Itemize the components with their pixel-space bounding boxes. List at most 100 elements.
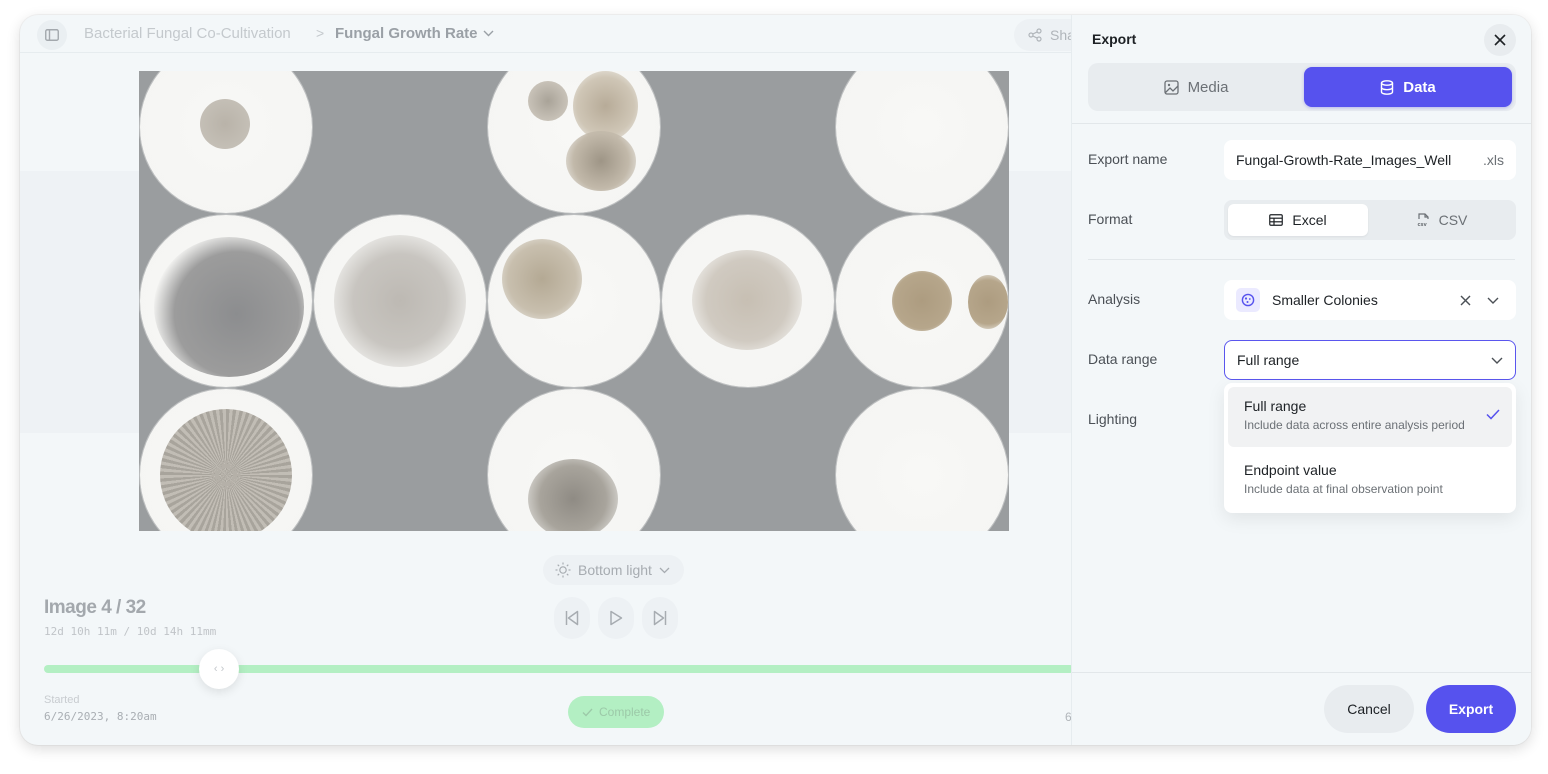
app-window: Bacterial Fungal Co-Cultivation > Fungal… (20, 15, 1531, 745)
previous-image-button[interactable] (554, 597, 590, 639)
share-icon (1028, 28, 1042, 42)
sidebar-icon (45, 29, 59, 41)
analysis-label: Analysis (1088, 291, 1141, 307)
format-option-excel[interactable]: Excel (1228, 204, 1368, 236)
data-range-menu: Full range Include data across entire an… (1224, 383, 1516, 513)
lighting-dropdown[interactable]: Bottom light (543, 555, 684, 585)
database-icon (1381, 79, 1394, 95)
clear-analysis-button[interactable] (1454, 289, 1476, 311)
petri-dish (662, 215, 834, 387)
petri-dish (314, 215, 486, 387)
petri-dish (488, 389, 660, 531)
check-icon (582, 708, 593, 716)
image-counter: Image 4 / 32 (44, 597, 146, 618)
option-description: Include data across entire analysis peri… (1244, 418, 1465, 432)
petri-dish (836, 215, 1008, 387)
data-range-option-endpoint-value[interactable]: Endpoint value Include data at final obs… (1228, 451, 1512, 511)
play-button[interactable] (598, 597, 634, 639)
chevron-down-icon (1487, 297, 1499, 304)
fungal-colony (502, 239, 582, 319)
breadcrumb-current[interactable]: Fungal Growth Rate (335, 25, 494, 42)
sun-icon (555, 562, 571, 578)
chevron-down-icon (1491, 357, 1503, 364)
divider (1072, 123, 1531, 124)
export-name-value: Fungal-Growth-Rate_Images_Well (1236, 152, 1452, 168)
fungal-colony (566, 131, 636, 191)
format-option-excel-label: Excel (1292, 212, 1327, 228)
tab-data[interactable]: Data (1304, 67, 1512, 107)
lighting-label: Lighting (1088, 411, 1138, 427)
status-badge: Complete (568, 696, 665, 728)
next-image-button[interactable] (642, 597, 678, 639)
data-range-value: Full range (1237, 352, 1300, 368)
petri-dish (836, 389, 1008, 531)
fungal-colony (160, 409, 292, 531)
petri-dish (140, 389, 312, 531)
started-value: 6/26/2023, 8:20am (44, 710, 157, 723)
export-name-input[interactable]: Fungal-Growth-Rate_Images_Well .xls (1224, 140, 1516, 180)
analysis-dropdown-toggle[interactable] (1482, 289, 1504, 311)
option-title: Full range (1244, 398, 1307, 414)
csv-file-icon: csv (1417, 213, 1429, 227)
started-label: Started (44, 694, 80, 706)
petri-dish (488, 71, 660, 213)
timeline-scrubber[interactable]: ‹ › (199, 649, 240, 689)
export-panel: Export Media Data Export name Fungal-Gro… (1071, 15, 1531, 745)
petri-dish (140, 215, 312, 387)
format-option-csv-label: CSV (1438, 212, 1468, 228)
image-elapsed-time: 12d 10h 11m / 10d 14h 11mm (44, 625, 217, 638)
export-type-tabs: Media Data (1088, 63, 1516, 111)
sidebar-toggle-button[interactable] (37, 20, 67, 50)
export-button[interactable]: Export (1426, 685, 1516, 733)
play-icon (610, 610, 623, 626)
format-selector: Excel csv CSV (1224, 200, 1516, 240)
data-range-option-full-range[interactable]: Full range Include data across entire an… (1228, 387, 1512, 447)
chevron-down-icon (483, 30, 493, 37)
check-icon (1486, 409, 1500, 420)
plate-image-viewer[interactable] (139, 71, 1009, 531)
option-description: Include data at final observation point (1244, 482, 1443, 496)
skip-forward-icon (653, 610, 667, 626)
breadcrumb-current-label: Fungal Growth Rate (335, 25, 478, 42)
fungal-colony (154, 237, 304, 377)
panel-footer-divider (1072, 672, 1531, 673)
close-icon (1460, 295, 1470, 305)
fungal-colony (692, 250, 802, 350)
fungal-colony (892, 271, 952, 331)
chevron-right-icon: › (220, 663, 225, 675)
file-extension: .xls (1483, 152, 1504, 168)
data-range-label: Data range (1088, 351, 1158, 367)
tab-media-label: Media (1187, 78, 1229, 96)
petri-dish (140, 71, 312, 213)
fungal-colony (528, 459, 618, 531)
skip-back-icon (565, 610, 579, 626)
analysis-value: Smaller Colonies (1272, 292, 1378, 308)
close-icon (1494, 34, 1506, 46)
fungal-colony (968, 275, 1008, 329)
breadcrumb-separator: > (316, 25, 325, 41)
image-icon (1163, 79, 1179, 95)
colonies-icon (1236, 288, 1260, 312)
tab-media[interactable]: Media (1092, 67, 1300, 107)
fungal-colony (334, 235, 466, 367)
fungal-colony (200, 99, 250, 149)
close-button[interactable] (1484, 24, 1516, 56)
petri-dish (488, 215, 660, 387)
table-icon (1269, 214, 1284, 226)
format-label: Format (1088, 211, 1133, 227)
fungal-colony (528, 81, 568, 121)
lighting-label: Bottom light (578, 562, 652, 578)
option-title: Endpoint value (1244, 462, 1337, 478)
tab-data-label: Data (1403, 78, 1436, 96)
export-name-label: Export name (1088, 151, 1168, 167)
cancel-button[interactable]: Cancel (1324, 685, 1414, 733)
panel-title: Export (1092, 31, 1137, 47)
chevron-left-icon: ‹ (213, 663, 218, 675)
data-range-select[interactable]: Full range (1224, 340, 1516, 380)
status-label: Complete (599, 705, 651, 719)
petri-dish (836, 71, 1008, 213)
analysis-select[interactable]: Smaller Colonies (1224, 280, 1516, 320)
breadcrumb-project[interactable]: Bacterial Fungal Co-Cultivation (84, 25, 291, 42)
format-option-csv[interactable]: csv CSV (1372, 204, 1512, 236)
svg-text:csv: csv (1417, 222, 1427, 227)
